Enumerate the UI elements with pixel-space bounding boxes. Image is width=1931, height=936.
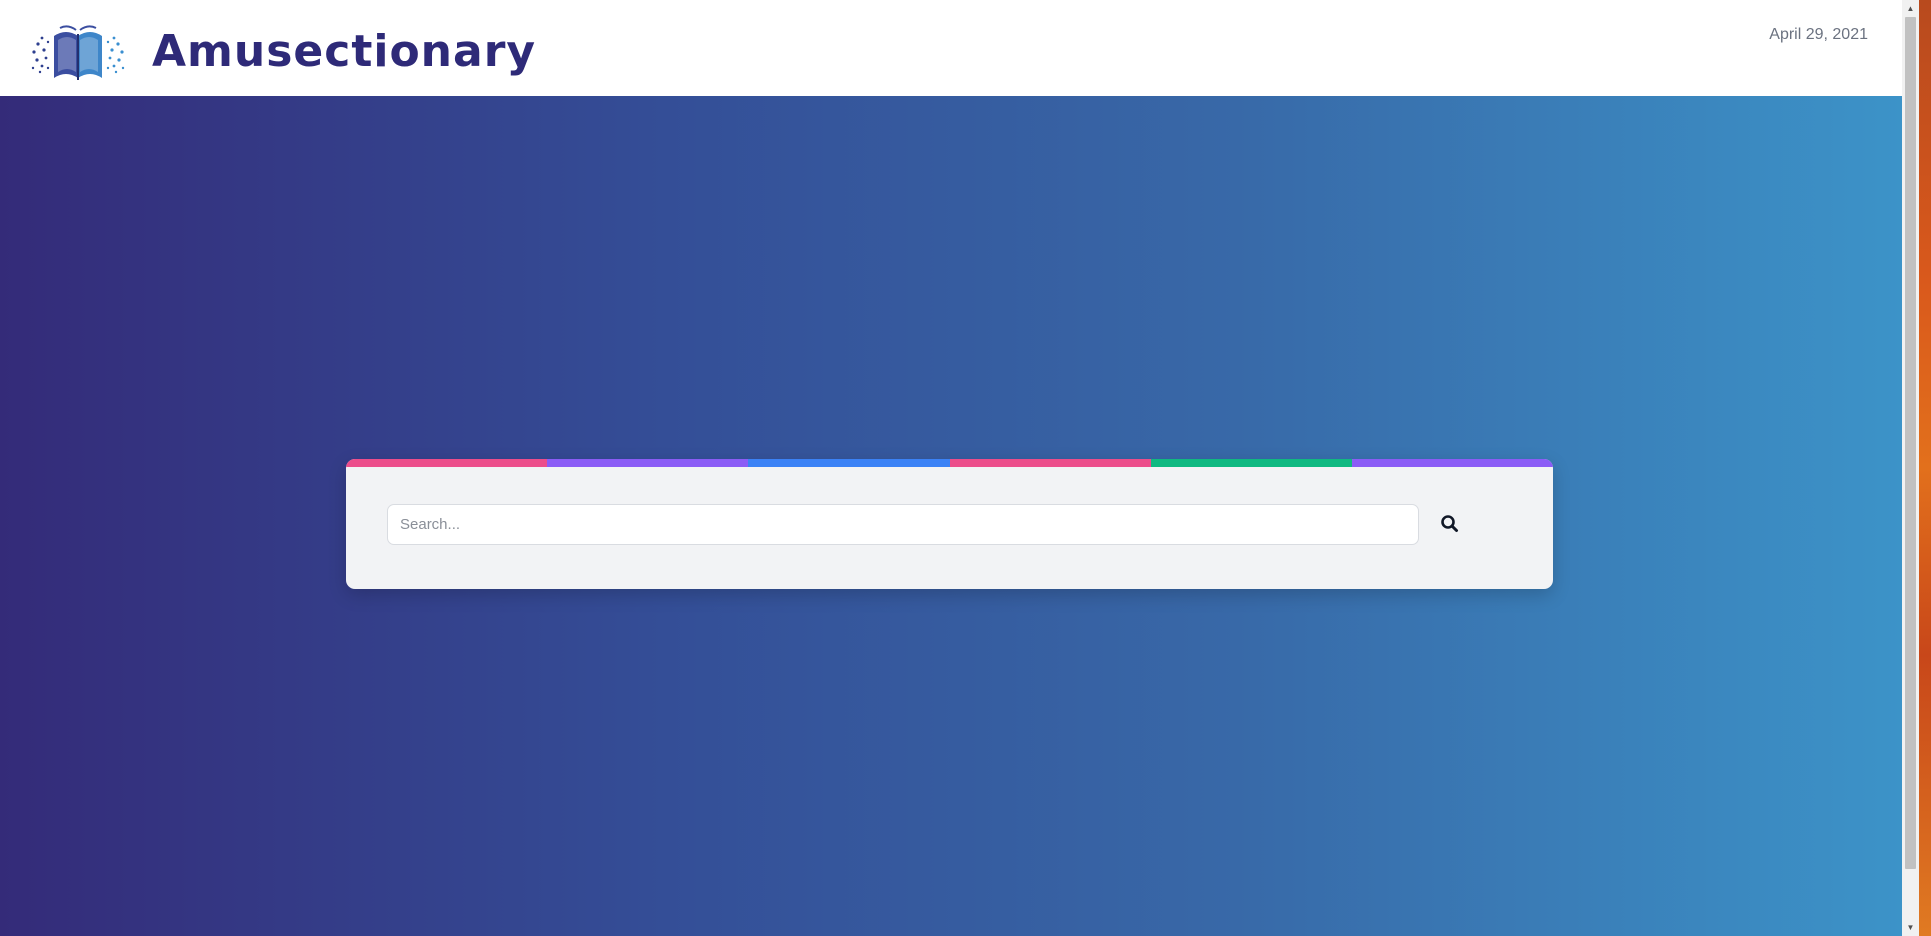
scroll-thumb[interactable] (1905, 17, 1916, 869)
desktop-background-strip (1919, 0, 1931, 936)
search-card (346, 459, 1553, 589)
current-date: April 29, 2021 (1769, 26, 1868, 43)
vertical-scrollbar[interactable]: ▲ ▼ (1902, 0, 1919, 936)
scroll-up-arrow-icon[interactable]: ▲ (1902, 0, 1919, 17)
color-stripe (346, 459, 1553, 467)
search-icon (1441, 515, 1458, 532)
open-book-icon[interactable] (30, 22, 126, 82)
browser-viewport: Amusectionary April 29, 2021 (0, 0, 1902, 936)
scroll-down-arrow-icon[interactable]: ▼ (1902, 919, 1919, 936)
site-header: Amusectionary April 29, 2021 (0, 0, 1902, 96)
search-button[interactable] (1434, 508, 1466, 540)
search-input[interactable] (387, 504, 1419, 545)
brand-name[interactable]: Amusectionary (152, 24, 536, 80)
